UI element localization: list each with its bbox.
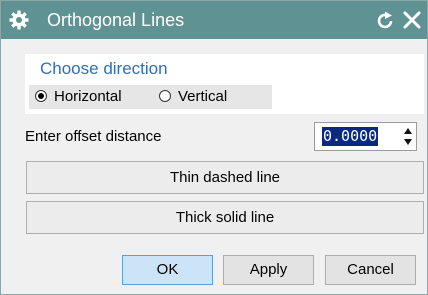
spinner-arrows-icon[interactable]: [402, 125, 414, 148]
radio-vertical[interactable]: Vertical: [159, 88, 259, 106]
offset-distance-spinbox[interactable]: 0.0000: [314, 122, 417, 151]
ok-button[interactable]: OK: [122, 255, 213, 285]
radio-vertical-label: Vertical: [178, 88, 228, 105]
offset-distance-label: Enter offset distance: [25, 128, 162, 145]
gear-icon[interactable]: [9, 10, 29, 30]
direction-group: Choose direction Horizontal Vertical: [25, 54, 424, 114]
radio-horizontal-label: Horizontal: [54, 88, 122, 105]
radio-horizontal[interactable]: Horizontal: [35, 88, 155, 106]
thick-solid-line-button[interactable]: Thick solid line: [26, 201, 424, 234]
direction-radio-row: Horizontal Vertical: [29, 85, 272, 109]
thin-dashed-line-button[interactable]: Thin dashed line: [26, 161, 424, 194]
apply-button[interactable]: Apply: [223, 255, 314, 285]
cancel-button[interactable]: Cancel: [325, 255, 416, 285]
radio-selected-indicator[interactable]: [35, 90, 47, 102]
reset-icon[interactable]: [374, 10, 396, 32]
close-icon[interactable]: [401, 9, 423, 31]
direction-group-title: Choose direction: [40, 59, 168, 78]
orthogonal-lines-dialog: Orthogonal Lines Choose direction Horizo…: [0, 0, 428, 295]
offset-distance-value[interactable]: 0.0000: [322, 127, 379, 146]
radio-unselected-indicator[interactable]: [159, 90, 171, 102]
dialog-title: Orthogonal Lines: [47, 10, 185, 30]
title-bar[interactable]: Orthogonal Lines: [1, 1, 427, 39]
